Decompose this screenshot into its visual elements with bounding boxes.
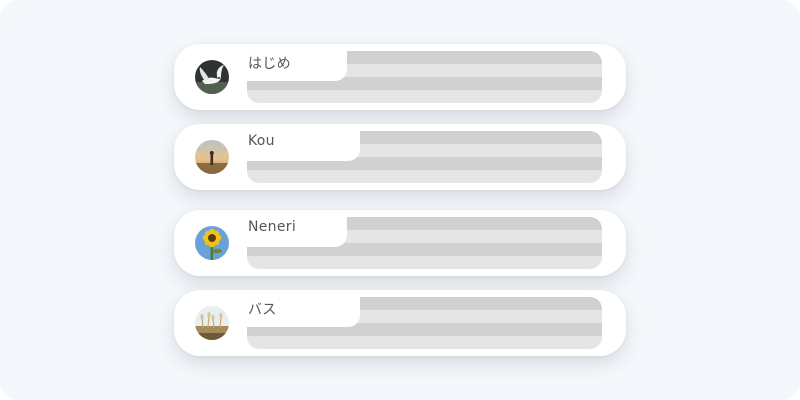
user-name: Neneri	[248, 219, 297, 235]
app-canvas: はじめ Kou Neneri バス	[0, 0, 800, 400]
list-item-user-kou[interactable]: Kou	[174, 124, 626, 190]
message-placeholder	[247, 297, 602, 349]
message-placeholder	[247, 131, 602, 183]
message-placeholder	[247, 217, 602, 269]
user-name: Kou	[248, 133, 275, 149]
list-item-user-neneri[interactable]: Neneri	[174, 210, 626, 276]
list-item-user-hajime[interactable]: はじめ	[174, 44, 626, 110]
user-name: はじめ	[248, 56, 291, 72]
message-placeholder	[247, 51, 602, 103]
avatar-field[interactable]	[195, 306, 229, 340]
list-item-user-basu[interactable]: バス	[174, 290, 626, 356]
user-name: バス	[248, 302, 277, 318]
avatar-sunflower[interactable]	[195, 226, 229, 260]
avatar-dove[interactable]	[195, 60, 229, 94]
avatar-sunset-person[interactable]	[195, 140, 229, 174]
